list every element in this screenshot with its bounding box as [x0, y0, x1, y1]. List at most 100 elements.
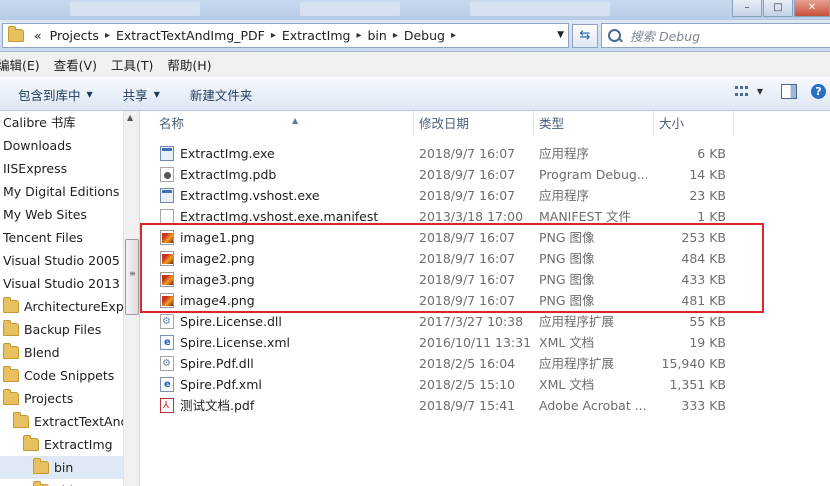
nav-item-label: Visual Studio 2013	[3, 276, 120, 291]
nav-item[interactable]: Downloads	[0, 134, 123, 157]
nav-item[interactable]: bin	[0, 456, 123, 479]
file-type: XML 文档	[539, 335, 595, 350]
file-type: PNG 图像	[539, 251, 595, 266]
nav-item-label: ExtractImg	[44, 437, 113, 452]
address-bar[interactable]: « Projects ▸ ExtractTextAndImg_PDF ▸ Extract…	[2, 23, 569, 48]
address-dropdown-icon[interactable]: ▼	[557, 30, 564, 40]
breadcrumb-separator-icon[interactable]: ▸	[269, 30, 278, 41]
nav-item-label: IISExpress	[3, 161, 68, 176]
file-row[interactable]: 测试文档.pdf 2018/9/7 15:41 Adobe Acrobat ... 3…	[140, 395, 830, 416]
breadcrumb-item[interactable]: ExtractTextAndImg_PDF	[112, 28, 269, 43]
breadcrumb-item[interactable]: ExtractImg	[278, 28, 355, 43]
search-placeholder: 搜索 Debug	[630, 29, 701, 44]
file-date: 2017/3/27 10:38	[419, 314, 524, 329]
view-dropdown-icon[interactable]: ▼	[757, 87, 763, 96]
breadcrumb-separator-icon[interactable]: ▸	[391, 30, 400, 41]
nav-item[interactable]: IISExpress	[0, 157, 123, 180]
help-icon[interactable]: ?	[811, 84, 826, 99]
file-row[interactable]: ExtractImg.vshost.exe.manifest 2013/3/18 …	[140, 206, 830, 227]
column-date[interactable]: 修改日期	[414, 111, 534, 136]
title-bar: – □ ✕	[0, 0, 830, 20]
scroll-up-icon[interactable]: ▲	[127, 113, 133, 122]
file-date: 2018/9/7 16:07	[419, 272, 516, 287]
nav-item-label: Downloads	[3, 138, 72, 153]
menu-item[interactable]: 查看(V)	[54, 55, 105, 74]
file-name: Spire.Pdf.xml	[180, 377, 262, 392]
file-row[interactable]: ExtractImg.exe 2018/9/7 16:07 应用程序 6 KB	[140, 143, 830, 164]
file-name: ExtractImg.vshost.exe	[180, 188, 320, 203]
file-type: PNG 图像	[539, 272, 595, 287]
nav-item[interactable]: Tencent Files	[0, 226, 123, 249]
nav-scrollbar[interactable]: ▲ ≡	[123, 111, 139, 486]
menu-item[interactable]: 帮助(H)	[167, 55, 219, 74]
nav-item[interactable]: Backup Files	[0, 318, 123, 341]
column-size[interactable]: 大小	[654, 111, 734, 136]
nav-item[interactable]: Code Snippets	[0, 364, 123, 387]
sort-ascending-icon: ▲	[292, 116, 299, 125]
nav-item[interactable]: My Digital Editions	[0, 180, 123, 203]
new-folder-button[interactable]: 新建文件夹	[190, 85, 253, 104]
breadcrumb-separator-icon[interactable]: ▸	[354, 30, 363, 41]
folder-icon	[3, 320, 19, 336]
pdf-file-icon	[160, 395, 174, 416]
navigation-pane: Calibre 书库 Downloads IISExpress My Digital …	[0, 111, 139, 486]
address-row: « Projects ▸ ExtractTextAndImg_PDF ▸ Extract…	[0, 20, 830, 52]
nav-item[interactable]: ExtractTextAndImg	[0, 410, 123, 433]
preview-pane-icon[interactable]	[781, 84, 797, 99]
nav-item[interactable]: ExtractImg	[0, 433, 123, 456]
file-row[interactable]: image3.png 2018/9/7 16:07 PNG 图像 433 KB	[140, 269, 830, 290]
file-size: 19 KB	[689, 335, 726, 350]
folder-icon	[3, 389, 19, 405]
menu-bar: 编辑(E) 查看(V) 工具(T) 帮助(H)	[0, 52, 830, 77]
file-row[interactable]: Spire.License.xml 2016/10/11 13:31 XML 文档 1…	[140, 332, 830, 353]
file-row[interactable]: ExtractImg.vshost.exe 2018/9/7 16:07 应用程序 2…	[140, 185, 830, 206]
file-size: 253 KB	[681, 230, 726, 245]
nav-item-label: My Web Sites	[3, 207, 87, 222]
file-row[interactable]: Spire.Pdf.dll 2018/2/5 16:04 应用程序扩展 15,940 …	[140, 353, 830, 374]
breadcrumb-item[interactable]: bin	[363, 28, 390, 43]
nav-item[interactable]: Projects	[0, 387, 123, 410]
file-type: Adobe Acrobat ...	[539, 398, 647, 413]
column-type[interactable]: 类型	[534, 111, 654, 136]
file-date: 2018/2/5 16:04	[419, 356, 516, 371]
breadcrumb-separator-icon[interactable]: ▸	[449, 30, 458, 41]
file-size: 484 KB	[681, 251, 726, 266]
blurred-tab	[470, 2, 610, 16]
file-name: ExtractImg.vshost.exe.manifest	[180, 209, 379, 224]
file-row[interactable]: ExtractImg.pdb 2018/9/7 16:07 Program Debu…	[140, 164, 830, 185]
view-options-icon[interactable]	[734, 85, 749, 98]
breadcrumb-item[interactable]: Debug	[400, 28, 449, 43]
nav-item[interactable]: Visual Studio 2005	[0, 249, 123, 272]
file-row[interactable]: image1.png 2018/9/7 16:07 PNG 图像 253 KB	[140, 227, 830, 248]
file-row[interactable]: image4.png 2018/9/7 16:07 PNG 图像 481 KB	[140, 290, 830, 311]
menu-item[interactable]: 工具(T)	[111, 55, 161, 74]
breadcrumb-item[interactable]: Projects	[46, 28, 103, 43]
scrollbar-thumb[interactable]: ≡	[125, 239, 139, 315]
file-row[interactable]: image2.png 2018/9/7 16:07 PNG 图像 484 KB	[140, 248, 830, 269]
nav-item[interactable]: ArchitectureExplorer	[0, 295, 123, 318]
nav-item[interactable]: Visual Studio 2013	[0, 272, 123, 295]
dll-file-icon	[160, 311, 174, 332]
file-size: 23 KB	[689, 188, 726, 203]
maximize-button[interactable]: □	[763, 0, 793, 17]
file-size: 1,351 KB	[669, 377, 726, 392]
column-name[interactable]: 名称 ▲	[154, 111, 414, 136]
close-button[interactable]: ✕	[794, 0, 830, 17]
nav-item[interactable]: Blend	[0, 341, 123, 364]
refresh-button[interactable]: ⇆	[572, 24, 598, 48]
nav-item[interactable]: My Web Sites	[0, 203, 123, 226]
folder-icon	[8, 26, 24, 42]
include-in-library-button[interactable]: 包含到库中 ▼	[18, 85, 93, 104]
share-button[interactable]: 共享 ▼	[123, 85, 160, 104]
minimize-button[interactable]: –	[732, 0, 762, 17]
file-size: 55 KB	[689, 314, 726, 329]
menu-item[interactable]: 编辑(E)	[0, 55, 48, 74]
nav-item[interactable]: Calibre 书库	[0, 111, 123, 134]
breadcrumb-overflow[interactable]: «	[30, 28, 46, 43]
file-row[interactable]: Spire.License.dll 2017/3/27 10:38 应用程序扩展 55…	[140, 311, 830, 332]
file-row[interactable]: Spire.Pdf.xml 2018/2/5 15:10 XML 文档 1,351 K…	[140, 374, 830, 395]
search-input[interactable]: 搜索 Debug	[601, 23, 830, 48]
chevron-down-icon: ▼	[86, 89, 93, 99]
breadcrumb-separator-icon[interactable]: ▸	[103, 30, 112, 41]
nav-item[interactable]: obj	[0, 479, 123, 486]
